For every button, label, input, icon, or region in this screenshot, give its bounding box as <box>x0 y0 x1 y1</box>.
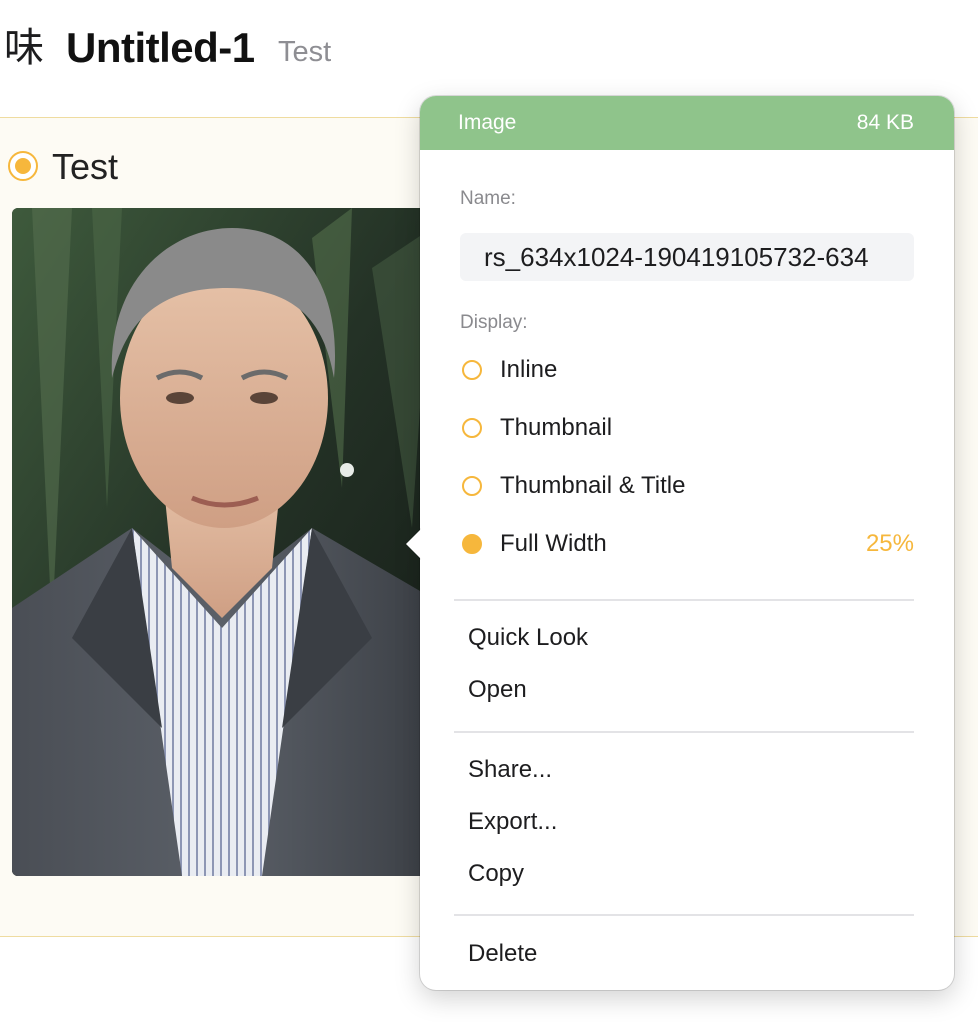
note-status-radio-icon[interactable] <box>8 151 38 181</box>
menu-item-share[interactable]: Share... <box>468 750 908 790</box>
display-label: Display: <box>460 312 528 333</box>
display-option-label: Inline <box>500 356 558 383</box>
full-width-percent[interactable]: 25% <box>866 530 914 558</box>
menu-divider <box>454 731 914 733</box>
display-option-label: Full Width <box>500 530 607 557</box>
attachment-type-label: Image <box>458 111 517 134</box>
display-option-label: Thumbnail & Title <box>500 472 686 499</box>
image-attachment[interactable] <box>12 208 432 876</box>
note-title[interactable]: Test <box>52 146 118 188</box>
menu-divider <box>454 599 914 601</box>
popover-header: Image 84 KB <box>420 96 954 150</box>
app-glyph: 味 <box>4 25 44 71</box>
document-header: 味 Untitled-1 Test <box>0 0 978 100</box>
menu-item-open[interactable]: Open <box>468 670 908 710</box>
display-option-thumbnail[interactable]: Thumbnail <box>460 408 914 448</box>
popover-arrow <box>406 528 422 560</box>
display-option-inline[interactable]: Inline <box>460 350 914 390</box>
display-option-full-width[interactable]: Full Width 25% <box>460 524 914 564</box>
display-option-label: Thumbnail <box>500 414 613 441</box>
document-title[interactable]: Untitled-1 <box>66 22 255 74</box>
radio-icon <box>462 476 482 496</box>
document-subtitle: Test <box>278 36 332 68</box>
display-option-thumbnail-title[interactable]: Thumbnail & Title <box>460 466 914 506</box>
radio-icon <box>462 418 482 438</box>
menu-item-delete[interactable]: Delete <box>468 934 908 974</box>
portrait-image-icon <box>12 208 432 876</box>
menu-divider <box>454 914 914 916</box>
radio-selected-icon <box>462 534 482 554</box>
radio-icon <box>462 360 482 380</box>
name-label: Name: <box>460 188 516 209</box>
attachment-size-label: 84 KB <box>856 111 914 134</box>
menu-item-quick-look[interactable]: Quick Look <box>468 618 908 658</box>
menu-item-copy[interactable]: Copy <box>468 854 908 894</box>
attachment-name-field[interactable] <box>460 233 914 281</box>
menu-item-export[interactable]: Export... <box>468 802 908 842</box>
attachment-popover: Image 84 KB Name: Display: Inline Thumbn… <box>406 96 954 990</box>
